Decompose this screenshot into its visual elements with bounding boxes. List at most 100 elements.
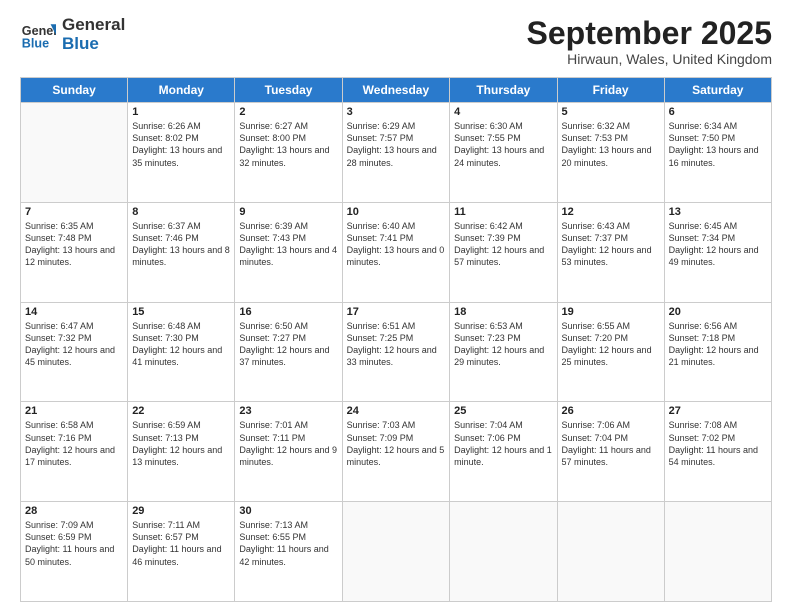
day-cell: 13Sunrise: 6:45 AMSunset: 7:34 PMDayligh… [664, 202, 771, 302]
day-number: 21 [25, 405, 123, 417]
cell-info: Sunrise: 6:51 AMSunset: 7:25 PMDaylight:… [347, 320, 446, 369]
page: General Blue General Blue September 2025… [0, 0, 792, 612]
day-number: 28 [25, 505, 123, 517]
svg-text:Blue: Blue [22, 36, 49, 50]
day-number: 23 [239, 405, 337, 417]
day-number: 11 [454, 206, 552, 218]
day-number: 29 [132, 505, 230, 517]
cell-info: Sunrise: 7:11 AMSunset: 6:57 PMDaylight:… [132, 519, 230, 568]
day-cell: 16Sunrise: 6:50 AMSunset: 7:27 PMDayligh… [235, 302, 342, 402]
header: General Blue General Blue September 2025… [20, 16, 772, 67]
calendar-table: SundayMondayTuesdayWednesdayThursdayFrid… [20, 77, 772, 602]
cell-info: Sunrise: 6:27 AMSunset: 8:00 PMDaylight:… [239, 120, 337, 169]
cell-info: Sunrise: 7:06 AMSunset: 7:04 PMDaylight:… [562, 419, 660, 468]
week-row-2: 7 Sunrise: 6:35 AMSunset: 7:48 PMDaylight… [21, 202, 772, 302]
day-number: 25 [454, 405, 552, 417]
location: Hirwaun, Wales, United Kingdom [527, 51, 772, 67]
cell-info: Sunrise: 6:39 AMSunset: 7:43 PMDaylight:… [239, 220, 337, 269]
day-cell [664, 502, 771, 602]
day-cell: 7 Sunrise: 6:35 AMSunset: 7:48 PMDaylight… [21, 202, 128, 302]
day-number: 20 [669, 306, 767, 318]
day-cell: 5 Sunrise: 6:32 AMSunset: 7:53 PMDaylight… [557, 103, 664, 203]
day-number: 30 [239, 505, 337, 517]
cell-info: Sunrise: 6:56 AMSunset: 7:18 PMDaylight:… [669, 320, 767, 369]
logo-icon: General Blue [20, 17, 56, 53]
cell-info: Sunrise: 6:32 AMSunset: 7:53 PMDaylight:… [562, 120, 660, 169]
cell-info: Sunrise: 6:53 AMSunset: 7:23 PMDaylight:… [454, 320, 552, 369]
day-number: 3 [347, 106, 446, 118]
day-cell: 19 Sunrise: 6:55 AMSunset: 7:20 PMDayligh… [557, 302, 664, 402]
week-row-3: 14 Sunrise: 6:47 AMSunset: 7:32 PMDayligh… [21, 302, 772, 402]
cell-info: Sunrise: 7:01 AMSunset: 7:11 PMDaylight:… [239, 419, 337, 468]
day-number: 19 [562, 306, 660, 318]
day-number: 13 [669, 206, 767, 218]
day-cell: 12Sunrise: 6:43 AMSunset: 7:37 PMDayligh… [557, 202, 664, 302]
day-number: 17 [347, 306, 446, 318]
col-header-friday: Friday [557, 78, 664, 103]
day-cell: 17 Sunrise: 6:51 AMSunset: 7:25 PMDayligh… [342, 302, 450, 402]
day-cell: 8 Sunrise: 6:37 AMSunset: 7:46 PMDaylight… [128, 202, 235, 302]
col-header-tuesday: Tuesday [235, 78, 342, 103]
day-cell [450, 502, 557, 602]
cell-info: Sunrise: 6:34 AMSunset: 7:50 PMDaylight:… [669, 120, 767, 169]
week-row-4: 21 Sunrise: 6:58 AMSunset: 7:16 PMDayligh… [21, 402, 772, 502]
day-number: 6 [669, 106, 767, 118]
day-cell [21, 103, 128, 203]
day-cell: 3 Sunrise: 6:29 AMSunset: 7:57 PMDaylight… [342, 103, 450, 203]
day-number: 14 [25, 306, 123, 318]
day-cell: 15Sunrise: 6:48 AMSunset: 7:30 PMDayligh… [128, 302, 235, 402]
day-number: 7 [25, 206, 123, 218]
day-cell: 26 Sunrise: 7:06 AMSunset: 7:04 PMDayligh… [557, 402, 664, 502]
cell-info: Sunrise: 6:59 AMSunset: 7:13 PMDaylight:… [132, 419, 230, 468]
day-cell: 30 Sunrise: 7:13 AMSunset: 6:55 PMDayligh… [235, 502, 342, 602]
cell-info: Sunrise: 6:58 AMSunset: 7:16 PMDaylight:… [25, 419, 123, 468]
col-header-monday: Monday [128, 78, 235, 103]
cell-info: Sunrise: 6:35 AMSunset: 7:48 PMDaylight:… [25, 220, 123, 269]
logo-text-blue: Blue [62, 35, 125, 54]
col-header-saturday: Saturday [664, 78, 771, 103]
day-cell: 23 Sunrise: 7:01 AMSunset: 7:11 PMDayligh… [235, 402, 342, 502]
day-cell [342, 502, 450, 602]
cell-info: Sunrise: 7:03 AMSunset: 7:09 PMDaylight:… [347, 419, 446, 468]
cell-info: Sunrise: 7:13 AMSunset: 6:55 PMDaylight:… [239, 519, 337, 568]
day-number: 2 [239, 106, 337, 118]
cell-info: Sunrise: 6:48 AMSunset: 7:30 PMDaylight:… [132, 320, 230, 369]
cell-info: Sunrise: 6:37 AMSunset: 7:46 PMDaylight:… [132, 220, 230, 269]
week-row-1: 1Sunrise: 6:26 AMSunset: 8:02 PMDaylight… [21, 103, 772, 203]
logo-text-general: General [62, 16, 125, 35]
cell-info: Sunrise: 6:29 AMSunset: 7:57 PMDaylight:… [347, 120, 446, 169]
day-cell: 2 Sunrise: 6:27 AMSunset: 8:00 PMDaylight… [235, 103, 342, 203]
day-cell: 9Sunrise: 6:39 AMSunset: 7:43 PMDaylight… [235, 202, 342, 302]
day-cell: 20 Sunrise: 6:56 AMSunset: 7:18 PMDayligh… [664, 302, 771, 402]
day-number: 5 [562, 106, 660, 118]
day-cell: 22 Sunrise: 6:59 AMSunset: 7:13 PMDayligh… [128, 402, 235, 502]
day-number: 18 [454, 306, 552, 318]
week-row-5: 28 Sunrise: 7:09 AMSunset: 6:59 PMDayligh… [21, 502, 772, 602]
day-number: 12 [562, 206, 660, 218]
cell-info: Sunrise: 6:30 AMSunset: 7:55 PMDaylight:… [454, 120, 552, 169]
col-header-thursday: Thursday [450, 78, 557, 103]
day-number: 4 [454, 106, 552, 118]
day-number: 8 [132, 206, 230, 218]
day-number: 26 [562, 405, 660, 417]
day-cell: 25Sunrise: 7:04 AMSunset: 7:06 PMDayligh… [450, 402, 557, 502]
cell-info: Sunrise: 6:47 AMSunset: 7:32 PMDaylight:… [25, 320, 123, 369]
day-cell: 27 Sunrise: 7:08 AMSunset: 7:02 PMDayligh… [664, 402, 771, 502]
cell-info: Sunrise: 7:08 AMSunset: 7:02 PMDaylight:… [669, 419, 767, 468]
day-cell [557, 502, 664, 602]
day-cell: 11Sunrise: 6:42 AMSunset: 7:39 PMDayligh… [450, 202, 557, 302]
day-cell: 18 Sunrise: 6:53 AMSunset: 7:23 PMDayligh… [450, 302, 557, 402]
day-cell: 21 Sunrise: 6:58 AMSunset: 7:16 PMDayligh… [21, 402, 128, 502]
day-cell: 28 Sunrise: 7:09 AMSunset: 6:59 PMDayligh… [21, 502, 128, 602]
title-block: September 2025 Hirwaun, Wales, United Ki… [527, 16, 772, 67]
cell-info: Sunrise: 7:09 AMSunset: 6:59 PMDaylight:… [25, 519, 123, 568]
day-number: 27 [669, 405, 767, 417]
cell-info: Sunrise: 6:40 AMSunset: 7:41 PMDaylight:… [347, 220, 446, 269]
cell-info: Sunrise: 6:55 AMSunset: 7:20 PMDaylight:… [562, 320, 660, 369]
day-cell: 6 Sunrise: 6:34 AMSunset: 7:50 PMDaylight… [664, 103, 771, 203]
day-number: 22 [132, 405, 230, 417]
day-number: 10 [347, 206, 446, 218]
col-header-wednesday: Wednesday [342, 78, 450, 103]
day-number: 1 [132, 106, 230, 118]
cell-info: Sunrise: 6:50 AMSunset: 7:27 PMDaylight:… [239, 320, 337, 369]
